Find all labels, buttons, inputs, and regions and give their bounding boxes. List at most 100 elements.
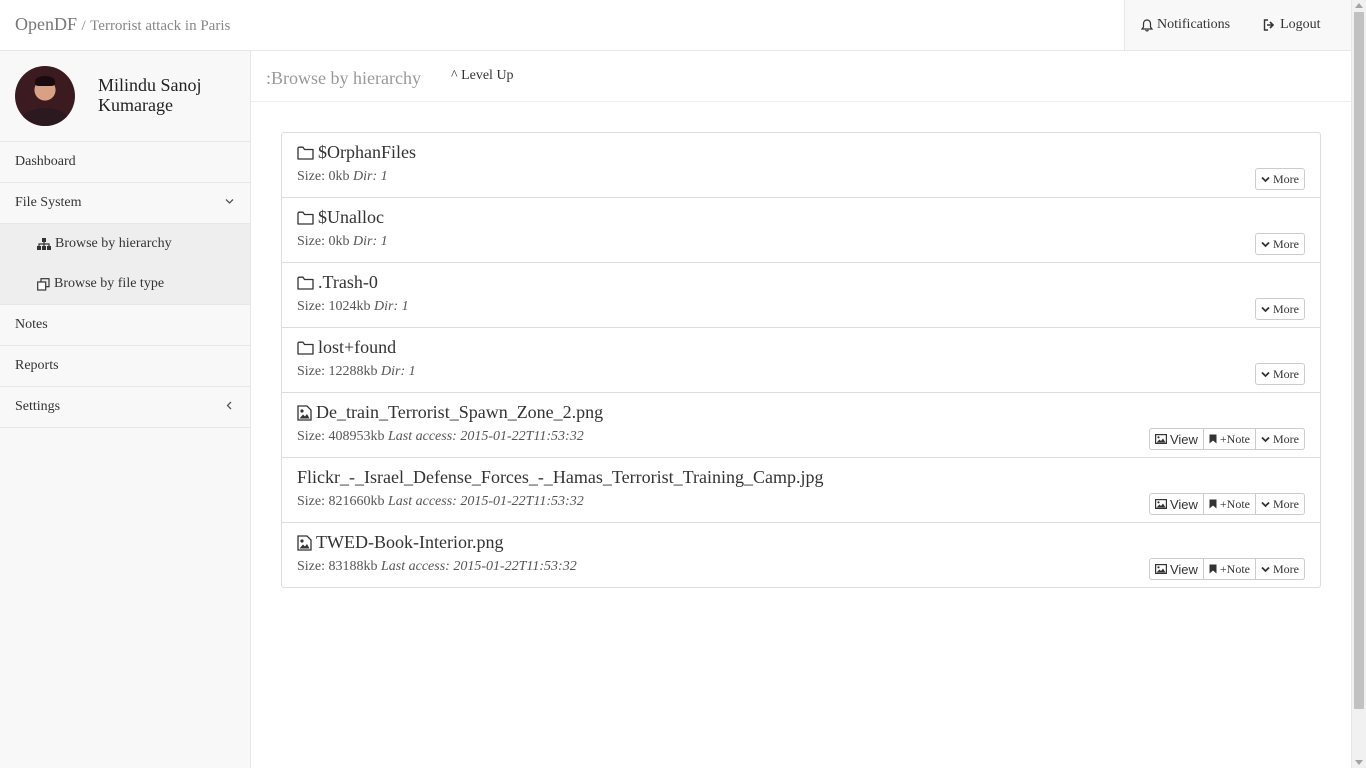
file-name[interactable]: lost+found: [297, 337, 396, 358]
file-row: De_train_Terrorist_Spawn_Zone_2.png Size…: [282, 393, 1320, 458]
more-label: More: [1273, 431, 1299, 446]
sidebar-item-browse-by-hierarchy[interactable]: Browse by hierarchy: [0, 224, 250, 264]
file-name[interactable]: $OrphanFiles: [297, 142, 416, 163]
file-row: lost+found Size: 12288kb Dir: 1 More: [282, 328, 1320, 393]
notifications-link[interactable]: Notifications: [1141, 17, 1230, 33]
folder-icon: [297, 341, 314, 355]
more-button[interactable]: More: [1255, 363, 1305, 385]
picture-icon: [1154, 564, 1167, 574]
file-size: Size: 408953kb: [297, 429, 385, 444]
file-size: Size: 1024kb: [297, 299, 371, 314]
user-panel: Milindu Sanoj Kumarage: [0, 51, 250, 142]
file-meta: Size: 83188kb Last access: 2015-01-22T11…: [297, 559, 577, 575]
folder-icon: [297, 146, 314, 160]
more-button[interactable]: More: [1255, 558, 1305, 580]
more-button[interactable]: More: [1255, 168, 1305, 190]
view-button[interactable]: View: [1148, 493, 1204, 515]
file-size: Size: 821660kb: [297, 494, 385, 509]
image-icon: [297, 534, 312, 551]
file-meta: Size: 821660kb Last access: 2015-01-22T1…: [297, 494, 584, 510]
chevron-down-icon: [1261, 566, 1270, 572]
sidebar-item-file-system[interactable]: File System: [0, 183, 250, 224]
scroll-down-arrow[interactable]: [1355, 760, 1363, 765]
view-label: View: [1169, 431, 1198, 447]
view-button[interactable]: View: [1148, 428, 1204, 450]
file-actions: More: [1255, 168, 1305, 190]
bookmark-icon: [1209, 564, 1217, 574]
more-button[interactable]: More: [1255, 298, 1305, 320]
file-name[interactable]: $Unalloc: [297, 207, 384, 228]
file-name-text: Flickr_-_Israel_Defense_Forces_-_Hamas_T…: [297, 467, 824, 487]
image-icon: [297, 404, 312, 421]
page-title: :Browse by hierarchy: [266, 68, 421, 88]
add-note-button[interactable]: +Note: [1202, 428, 1256, 450]
breadcrumb: OpenDF / Terrorist attack in Paris: [15, 14, 230, 35]
notifications-label: Notifications: [1157, 17, 1231, 32]
page-scrollbar[interactable]: [1351, 0, 1366, 768]
chevron-left-icon: [226, 401, 232, 410]
note-label: +Note: [1219, 561, 1250, 576]
file-row: Flickr_-_Israel_Defense_Forces_-_Hamas_T…: [282, 458, 1320, 523]
file-row: .Trash-0 Size: 1024kb Dir: 1 More: [282, 263, 1320, 328]
chevron-down-icon: [1261, 436, 1270, 442]
chevron-down-icon: [1261, 306, 1270, 312]
scroll-up-arrow[interactable]: [1355, 3, 1363, 8]
file-actions: More: [1255, 298, 1305, 320]
file-extra: Dir: 1: [374, 299, 409, 314]
file-name-text: TWED-Book-Interior.png: [316, 532, 504, 552]
more-label: More: [1273, 366, 1299, 381]
file-extra: Last access: 2015-01-22T11:53:32: [388, 494, 584, 509]
file-name[interactable]: .Trash-0: [297, 272, 378, 293]
file-extra: Last access: 2015-01-22T11:53:32: [381, 559, 577, 574]
add-note-button[interactable]: +Note: [1202, 558, 1256, 580]
top-navbar: OpenDF / Terrorist attack in Paris Notif…: [0, 0, 1351, 51]
chevron-down-icon: [1261, 176, 1270, 182]
chevron-down-icon: [1261, 371, 1270, 377]
sidebar-item-browse-by-file-type[interactable]: Browse by file type: [0, 264, 250, 304]
more-label: More: [1273, 301, 1299, 316]
case-title[interactable]: Terrorist attack in Paris: [90, 18, 230, 34]
bell-icon: [1141, 18, 1153, 32]
sidebar-item-label: Browse by file type: [54, 276, 165, 291]
folder-icon: [297, 211, 314, 225]
file-name[interactable]: Flickr_-_Israel_Defense_Forces_-_Hamas_T…: [297, 467, 823, 488]
sidebar-item-notes[interactable]: Notes: [0, 305, 250, 346]
file-name[interactable]: De_train_Terrorist_Spawn_Zone_2.png: [297, 402, 603, 423]
file-name-text: lost+found: [318, 337, 397, 357]
sign-out-icon: [1263, 19, 1275, 31]
file-actions: View +Note More: [1148, 493, 1305, 515]
sidebar-item-label: Dashboard: [15, 154, 76, 169]
add-note-button[interactable]: +Note: [1202, 493, 1256, 515]
level-up-button[interactable]: ^ Level Up: [451, 68, 514, 84]
more-button[interactable]: More: [1255, 233, 1305, 255]
sidebar-item-reports[interactable]: Reports: [0, 346, 250, 387]
avatar: [15, 66, 75, 126]
file-actions: View +Note More: [1148, 428, 1305, 450]
file-extra: Dir: 1: [353, 169, 388, 184]
file-name-text: $OrphanFiles: [318, 142, 416, 162]
file-size: Size: 0kb: [297, 234, 350, 249]
file-meta: Size: 0kb Dir: 1: [297, 234, 388, 250]
more-button[interactable]: More: [1255, 493, 1305, 515]
sidebar-item-dashboard[interactable]: Dashboard: [0, 142, 250, 183]
note-label: +Note: [1219, 431, 1250, 446]
file-meta: Size: 408953kb Last access: 2015-01-22T1…: [297, 429, 584, 445]
scrollbar-thumb[interactable]: [1354, 12, 1364, 709]
file-extra: Dir: 1: [381, 364, 416, 379]
bookmark-icon: [1209, 434, 1217, 444]
folder-icon: [297, 276, 314, 290]
view-button[interactable]: View: [1148, 558, 1204, 580]
picture-icon: [1154, 434, 1167, 444]
view-label: View: [1169, 496, 1198, 512]
logout-link[interactable]: Logout: [1263, 17, 1321, 33]
file-name[interactable]: TWED-Book-Interior.png: [297, 532, 503, 553]
brand-link[interactable]: OpenDF: [15, 14, 77, 34]
chevron-down-icon: [225, 199, 234, 204]
content-header: :Browse by hierarchy ^ Level Up: [251, 51, 1351, 102]
picture-icon: [1154, 499, 1167, 509]
sidebar-item-label: File System: [15, 195, 82, 210]
file-name-text: .Trash-0: [318, 272, 378, 292]
sidebar-item-settings[interactable]: Settings: [0, 387, 250, 428]
file-size: Size: 0kb: [297, 169, 350, 184]
more-button[interactable]: More: [1255, 428, 1305, 450]
